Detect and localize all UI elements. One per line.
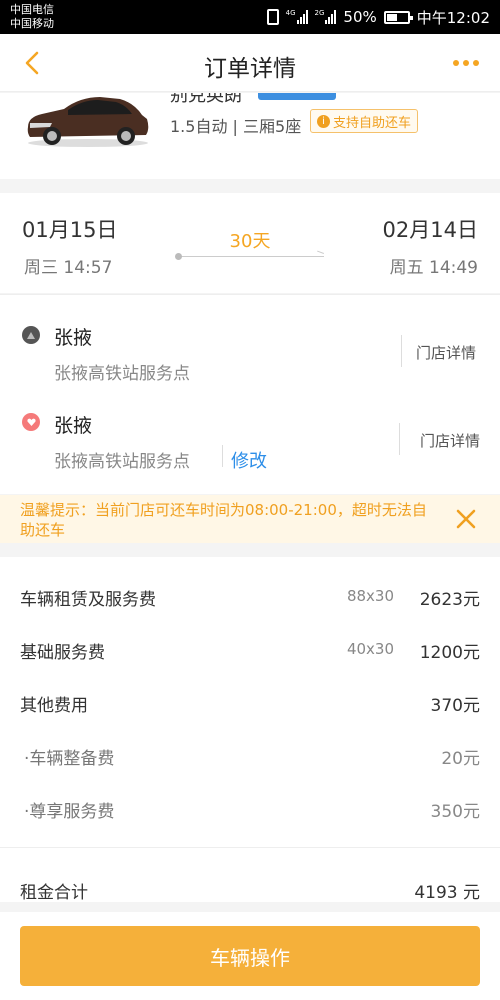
duration-arrow xyxy=(175,250,324,260)
car-spec: 1.5自动 | 三厢5座 xyxy=(170,117,302,136)
fee-label: 基础服务费 xyxy=(20,643,105,663)
rental-duration: 30天 xyxy=(229,231,271,252)
fee-row: ·尊享服务费 350元 xyxy=(0,789,500,829)
battery-icon xyxy=(383,10,413,24)
car-tag-badge xyxy=(258,93,336,100)
signal-bars-icon xyxy=(325,10,337,24)
net-type-1: 4G xyxy=(285,9,296,17)
bottom-action-bar: 车辆操作 xyxy=(0,912,500,1000)
divider xyxy=(401,335,402,367)
battery-percent: 50% xyxy=(343,8,377,26)
fee-row: 基础服务费 40x30 1200元 xyxy=(0,630,500,670)
pickup-triangle-icon xyxy=(22,326,40,344)
modify-return-store-link[interactable]: 修改 xyxy=(231,447,267,473)
notice-text: 温馨提示：当前门店可还车时间为08:00-21:00，超时无法自助还车 xyxy=(20,501,427,539)
fee-row: ·车辆整备费 20元 xyxy=(0,736,500,776)
vehicle-operation-button[interactable]: 车辆操作 xyxy=(20,926,480,986)
total-label: 租金合计 xyxy=(20,883,88,903)
signal-bars-icon xyxy=(296,10,308,24)
return-store-detail-link[interactable]: 门店详情 xyxy=(420,430,480,451)
status-indicators: 4G 2G 50% 中午12:02 xyxy=(266,6,490,28)
divider xyxy=(222,445,223,467)
fee-label: ·尊享服务费 xyxy=(24,802,115,822)
vibrate-icon xyxy=(266,9,279,25)
status-bar: 中国电信 中国移动 4G 2G 50% 中午12:02 xyxy=(0,0,500,34)
car-image xyxy=(27,97,149,147)
car-name: 别克英朗 xyxy=(170,93,242,106)
fee-breakdown-card: 车辆租赁及服务费 88x30 2623元 基础服务费 40x30 1200元 其… xyxy=(0,557,500,903)
close-icon xyxy=(456,509,476,529)
fee-amount: 370元 xyxy=(430,696,480,716)
battery-fill xyxy=(386,13,397,21)
self-return-label: 支持自助还车 xyxy=(333,115,412,131)
return-heart-icon xyxy=(22,413,40,431)
return-city: 张掖 xyxy=(54,415,93,437)
notice-banner: 温馨提示：当前门店可还车时间为08:00-21:00，超时无法自助还车 xyxy=(0,495,500,543)
fee-amount: 1200元 xyxy=(419,643,480,663)
net-type-2: 2G xyxy=(314,9,325,17)
fee-label: ·车辆整备费 xyxy=(24,749,115,769)
fee-label: 其他费用 xyxy=(20,696,88,716)
more-dots-icon xyxy=(463,60,469,66)
info-icon: i xyxy=(317,114,330,128)
carrier-1: 中国电信 xyxy=(10,3,54,16)
car-card: 别克英朗 1.5自动 | 三厢5座 i 支持自助还车 xyxy=(0,93,500,179)
carrier-labels: 中国电信 中国移动 xyxy=(10,3,54,31)
self-return-badge: i 支持自助还车 xyxy=(310,109,419,133)
more-dots-icon xyxy=(453,60,459,66)
return-store-name: 张掖高铁站服务点 xyxy=(54,452,190,472)
store-card: 张掖 张掖高铁站服务点 门店详情 张掖 张掖高铁站服务点 修改 门店详情 xyxy=(0,294,500,494)
fee-row: 车辆租赁及服务费 88x30 2623元 xyxy=(0,577,500,617)
pickup-store-detail-link[interactable]: 门店详情 xyxy=(416,342,476,363)
signal-2: 2G xyxy=(315,10,337,24)
pickup-time: 周三 14:57 xyxy=(24,258,113,278)
clock: 中午12:02 xyxy=(416,8,490,27)
fee-qty: 88x30 xyxy=(346,587,394,605)
pickup-city: 张掖 xyxy=(54,327,93,349)
signal-1: 4G xyxy=(286,10,308,24)
total-amount: 4193 元 xyxy=(414,883,480,903)
carrier-2: 中国移动 xyxy=(10,17,54,30)
page-title: 订单详情 xyxy=(204,56,296,82)
fee-label: 车辆租赁及服务费 xyxy=(20,590,156,610)
fee-row: 其他费用 370元 xyxy=(0,683,500,723)
fee-amount: 20元 xyxy=(441,749,480,769)
fee-amount: 350元 xyxy=(430,802,480,822)
notice-close-button[interactable] xyxy=(454,507,478,531)
divider xyxy=(399,423,400,455)
total-row: 租金合计 4193 元 xyxy=(0,870,500,910)
start-dot xyxy=(175,253,182,260)
fee-amount: 2623元 xyxy=(419,590,480,610)
return-time: 周五 14:49 xyxy=(389,258,478,278)
divider xyxy=(0,847,500,848)
more-button[interactable] xyxy=(446,50,486,76)
more-dots-icon xyxy=(473,60,479,66)
nav-bar: 订单详情 xyxy=(0,34,500,92)
pickup-store-name: 张掖高铁站服务点 xyxy=(54,364,190,384)
fee-qty: 40x30 xyxy=(346,640,394,658)
